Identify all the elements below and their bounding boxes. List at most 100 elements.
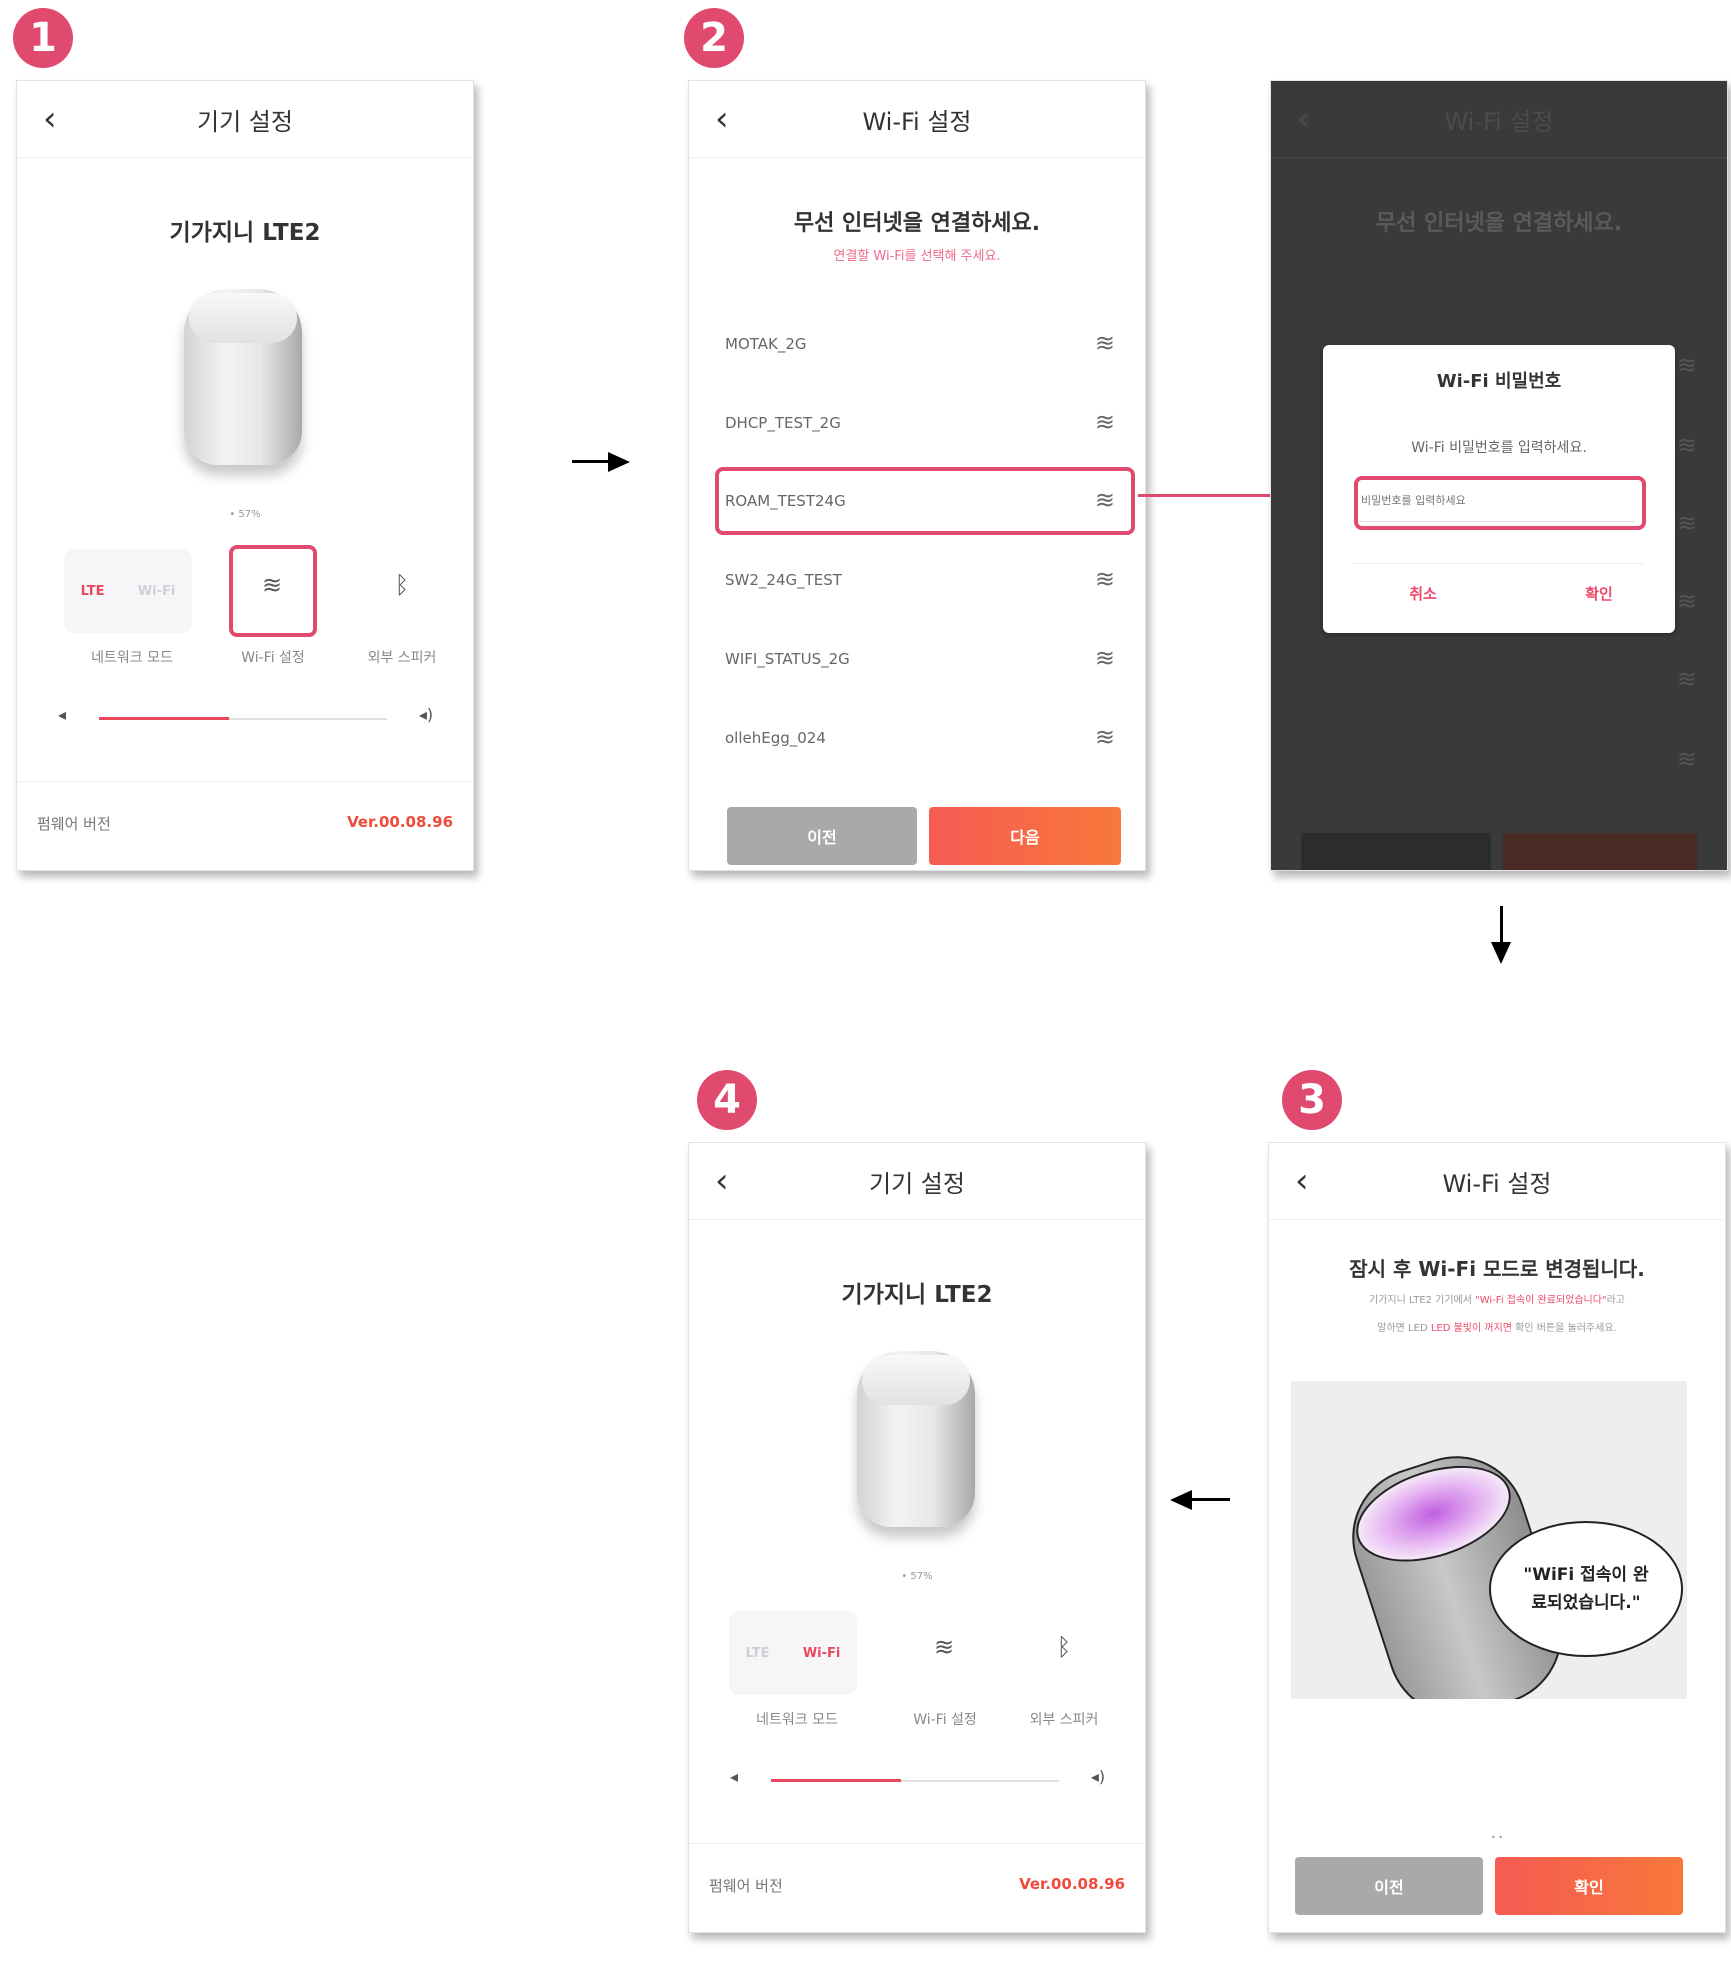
prev-button[interactable]: 이전	[1295, 1857, 1483, 1915]
subtext: 연결할 Wi-Fi를 선택해 주세요.	[833, 249, 1001, 264]
arrow-right-head	[608, 452, 630, 472]
caption-external-speaker: 외부 스피커	[1029, 1712, 1099, 1728]
caption-network-mode: 네트워크 모드	[756, 1712, 838, 1728]
back-icon[interactable]: ‹	[715, 1161, 729, 1201]
device-name: 기가지니 LTE2	[841, 1282, 993, 1308]
wifi-signal-icon: ≋	[1094, 408, 1115, 436]
network-name: DHCP_TEST_2G	[725, 414, 841, 432]
firmware-version: Ver.00.08.96	[347, 813, 453, 831]
next-button[interactable]: 다음	[929, 807, 1121, 865]
screen-device-settings-4: ‹ 기기 설정 기가지니 LTE2 • 57% LTE Wi-Fi ≋ ᛒ 네트…	[688, 1142, 1146, 1933]
battery-status: • 57%	[901, 1571, 933, 1582]
network-name: SW2_24G_TEST	[725, 571, 842, 589]
mode-wifi[interactable]: Wi-Fi	[138, 584, 176, 599]
wifi-signal-icon: ≋	[1094, 329, 1115, 357]
step-badge-1: 1	[13, 8, 73, 68]
firmware-label: 펌웨어 버전	[37, 815, 111, 833]
page-title: Wi-Fi 설정	[862, 107, 972, 136]
firmware-label: 펌웨어 버전	[709, 1877, 783, 1895]
battery-status: • 57%	[229, 509, 261, 520]
device-name: 기가지니 LTE2	[169, 220, 321, 246]
wifi-network-row[interactable]: SW2_24G_TEST ≋	[689, 557, 1145, 607]
volume-low-icon: ◂	[57, 705, 67, 724]
volume-slider-fill[interactable]	[771, 1779, 901, 1782]
mode-lte[interactable]: LTE	[81, 584, 105, 599]
volume-high-icon: ◂)	[418, 705, 434, 724]
page-title: 기기 설정	[197, 107, 293, 136]
wifi-signal-icon: ≋	[1676, 431, 1697, 459]
device-image	[184, 289, 302, 465]
mode-wifi[interactable]: Wi-Fi	[803, 1646, 841, 1661]
header: ‹ Wi-Fi 설정	[689, 81, 1145, 158]
ok-button[interactable]: 확인	[1495, 1857, 1683, 1915]
wifi-signal-icon: ≋	[1094, 644, 1115, 672]
caption-external-speaker: 외부 스피커	[367, 650, 437, 666]
screen-wifi-list: ‹ Wi-Fi 설정 무선 인터넷을 연결하세요. 연결할 Wi-Fi를 선택해…	[688, 80, 1146, 871]
prev-button[interactable]: 이전	[727, 807, 917, 865]
heading: 무선 인터넷을 연결하세요.	[1375, 211, 1623, 236]
device-top-light	[1344, 1448, 1523, 1580]
volume-high-icon: ◂)	[1090, 1767, 1106, 1786]
wifi-signal-icon: ≋	[1676, 351, 1697, 379]
arrow-right	[572, 460, 612, 463]
wifi-network-row[interactable]: WIFI_STATUS_2G ≋	[689, 636, 1145, 686]
wifi-network-row[interactable]: MOTAK_2G ≋	[689, 321, 1145, 371]
wifi-signal-icon: ≋	[1676, 509, 1697, 537]
speech-bubble: "WiFi 접속이 완료되었습니다."	[1489, 1521, 1683, 1657]
divider	[17, 781, 473, 782]
screen-wifi-mode-switch: ‹ Wi-Fi 설정 잠시 후 Wi-Fi 모드로 변경됩니다. 기가지니 LT…	[1268, 1142, 1726, 1933]
mode-lte[interactable]: LTE	[746, 1646, 770, 1661]
wifi-signal-icon: ≋	[1094, 723, 1115, 751]
network-mode-toggle[interactable]: LTE Wi-Fi	[729, 1611, 857, 1695]
caption-wifi-settings: Wi-Fi 설정	[913, 1712, 977, 1728]
page-title: Wi-Fi 설정	[1442, 1169, 1552, 1198]
header: ‹ Wi-Fi 설정	[1271, 81, 1727, 158]
arrow-down	[1500, 906, 1503, 944]
heading: 무선 인터넷을 연결하세요.	[793, 211, 1041, 236]
highlight-wifi-settings	[229, 545, 317, 637]
network-name: ollehEgg_024	[725, 729, 826, 747]
network-name: WIFI_STATUS_2G	[725, 650, 850, 668]
network-mode-toggle[interactable]: LTE Wi-Fi	[64, 549, 192, 633]
device-image	[857, 1351, 975, 1527]
volume-low-icon: ◂	[729, 1767, 739, 1786]
ok-button[interactable]: 확인	[1559, 583, 1639, 604]
back-icon[interactable]: ‹	[1297, 99, 1311, 139]
instruction-line-1: 기가지니 LTE2 기기에서 "Wi-Fi 접속이 완료되었습니다"라고	[1369, 1295, 1625, 1306]
highlight-selected-network	[715, 467, 1135, 535]
wifi-signal-icon: ≋	[1094, 565, 1115, 593]
back-icon[interactable]: ‹	[43, 99, 57, 139]
dimmed-next-button	[1503, 833, 1697, 870]
cancel-button[interactable]: 취소	[1383, 583, 1463, 604]
dialog-divider	[1353, 563, 1645, 564]
screen-device-settings-1: ‹ 기기 설정 기가지니 LTE2 • 57% LTE Wi-Fi ≋ ᛒ 네트…	[16, 80, 474, 871]
wifi-signal-icon: ≋	[1676, 587, 1697, 615]
wifi-icon[interactable]: ≋	[919, 1633, 969, 1661]
caption-wifi-settings: Wi-Fi 설정	[241, 650, 305, 666]
page-indicator: • •	[1491, 1833, 1503, 1842]
wifi-network-row[interactable]: DHCP_TEST_2G ≋	[689, 400, 1145, 450]
step-badge-4: 4	[697, 1070, 757, 1130]
page-title: Wi-Fi 설정	[1444, 107, 1554, 136]
caption-network-mode: 네트워크 모드	[91, 650, 173, 666]
arrow-left	[1190, 1498, 1230, 1501]
bluetooth-icon[interactable]: ᛒ	[1039, 1633, 1089, 1661]
back-icon[interactable]: ‹	[1295, 1161, 1309, 1201]
bubble-text: "WiFi 접속이 완료되었습니다."	[1523, 1565, 1649, 1613]
header: ‹ Wi-Fi 설정	[1269, 1143, 1725, 1220]
divider	[689, 1843, 1145, 1844]
bluetooth-icon[interactable]: ᛒ	[377, 571, 427, 599]
back-icon[interactable]: ‹	[715, 99, 729, 139]
arrow-left-head	[1170, 1490, 1192, 1510]
highlight-password-field	[1354, 476, 1646, 530]
step-badge-2: 2	[684, 8, 744, 68]
header: ‹ 기기 설정	[689, 1143, 1145, 1220]
dimmed-prev-button	[1301, 833, 1491, 870]
wifi-network-row[interactable]: ollehEgg_024 ≋	[689, 715, 1145, 765]
volume-slider-fill[interactable]	[99, 717, 229, 720]
wifi-signal-icon: ≋	[1676, 745, 1697, 773]
heading: 잠시 후 Wi-Fi 모드로 변경됩니다.	[1349, 1257, 1645, 1281]
page-title: 기기 설정	[869, 1169, 965, 1198]
firmware-version: Ver.00.08.96	[1019, 1875, 1125, 1893]
dialog-title: Wi-Fi 비밀번호	[1436, 371, 1562, 392]
